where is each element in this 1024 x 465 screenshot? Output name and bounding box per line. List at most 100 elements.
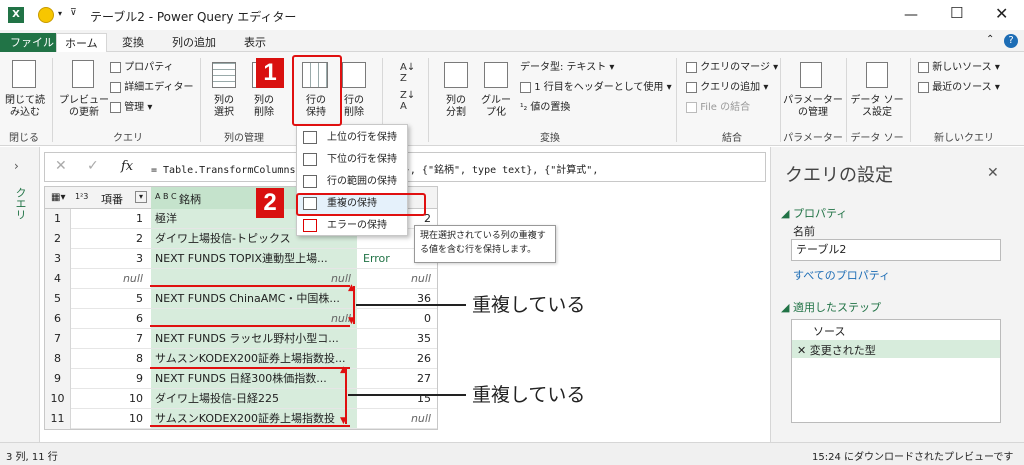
row-number[interactable]: 7: [45, 329, 71, 349]
minimize-button[interactable]: —: [904, 7, 918, 23]
sort-asc-icon[interactable]: A↓ Z: [400, 62, 415, 84]
first-row-header-button[interactable]: 1 行目をヘッダーとして使用 ▾: [520, 81, 672, 94]
table-row[interactable]: 7 7 NEXT FUNDS ラッセル野村小型コ... 35: [45, 329, 437, 349]
queries-pane-collapsed[interactable]: › クエリ: [0, 147, 40, 442]
cell-number[interactable]: 1: [73, 209, 147, 229]
row-number[interactable]: 8: [45, 349, 71, 369]
table-row[interactable]: 5 5 NEXT FUNDS ChinaAMC・中国株... 36: [45, 289, 437, 309]
row-number[interactable]: 11: [45, 409, 71, 429]
row-number[interactable]: 1: [45, 209, 71, 229]
cell-formula[interactable]: 36: [359, 289, 435, 309]
close-button[interactable]: ✕: [995, 4, 1008, 23]
properties-header[interactable]: ◢ プロパティ: [781, 205, 847, 221]
tab-transform[interactable]: 変換: [114, 33, 152, 52]
cell-number[interactable]: 2: [73, 229, 147, 249]
menu-item-keep-bottom[interactable]: 下位の行を保持: [297, 149, 407, 171]
table-row[interactable]: 8 8 サムスンKODEX200証券上場指数投... 26: [45, 349, 437, 369]
step-changed-type[interactable]: ✕ 変更された型: [797, 342, 876, 358]
expand-chevron-icon[interactable]: ›: [14, 159, 19, 173]
row-number[interactable]: 5: [45, 289, 71, 309]
close-pane-icon[interactable]: ✕: [987, 165, 999, 181]
cell-formula[interactable]: null: [359, 409, 435, 429]
cell-brand[interactable]: ダイワ上場投信-日経225: [153, 389, 355, 409]
combine-files-button[interactable]: File の結合: [686, 101, 750, 114]
sort-desc-icon[interactable]: Z↓ A: [400, 90, 415, 112]
qat-customize-icon[interactable]: ⊽: [70, 8, 77, 18]
query-name-input[interactable]: テーブル2: [791, 239, 1001, 261]
col-header-number[interactable]: 項番: [101, 191, 123, 207]
choose-columns-button[interactable]: 列の 選択: [204, 95, 244, 119]
recent-sources-icon: [918, 81, 929, 93]
col-filter-icon[interactable]: ▾: [135, 191, 147, 203]
table-row[interactable]: 3 3 NEXT FUNDS TOPIX連動型上場... Error: [45, 249, 437, 269]
append-queries-button[interactable]: クエリの追加 ▾: [686, 81, 768, 94]
replace-values-button[interactable]: ¹₂ 値の置換: [520, 101, 570, 115]
cell-formula[interactable]: 35: [359, 329, 435, 349]
cell-number[interactable]: 3: [73, 249, 147, 269]
data-source-settings-button[interactable]: データ ソー ス設定: [848, 95, 906, 119]
cell-brand[interactable]: サムスンKODEX200証券上場指数投...: [153, 349, 355, 369]
cancel-formula-icon[interactable]: ✕: [55, 158, 67, 174]
merge-queries-button[interactable]: クエリのマージ ▾: [686, 61, 778, 74]
ribbon-collapse-icon[interactable]: ⌃: [986, 34, 994, 45]
menu-item-keep-errors[interactable]: エラーの保持: [297, 215, 407, 237]
cell-number[interactable]: 9: [73, 369, 147, 389]
close-load-button[interactable]: 閉じて読 み込む: [3, 95, 47, 119]
manage-button[interactable]: 管理 ▾: [110, 101, 152, 114]
row-number[interactable]: 9: [45, 369, 71, 389]
cell-number[interactable]: 6: [73, 309, 147, 329]
row-number[interactable]: 3: [45, 249, 71, 269]
tab-view[interactable]: 表示: [236, 33, 274, 52]
split-column-button[interactable]: 列の 分割: [436, 95, 476, 119]
step-source[interactable]: ソース: [813, 323, 845, 339]
cell-formula[interactable]: 26: [359, 349, 435, 369]
col-header-brand[interactable]: 銘柄: [179, 191, 201, 207]
cell-formula[interactable]: null: [359, 269, 435, 289]
menu-item-keep-top[interactable]: 上位の行を保持: [297, 127, 407, 149]
col-type-text-icon[interactable]: A B C: [155, 192, 177, 201]
cell-number[interactable]: 7: [73, 329, 147, 349]
data-type-dropdown[interactable]: データ型: テキスト ▾: [520, 61, 614, 74]
applied-steps-header[interactable]: ◢ 適用したステップ: [781, 299, 881, 315]
commit-formula-icon[interactable]: ✓: [87, 158, 99, 174]
cell-brand[interactable]: NEXT FUNDS ChinaAMC・中国株...: [153, 289, 355, 309]
group-by-button[interactable]: グルー プ化: [476, 95, 516, 119]
recent-sources-button[interactable]: 最近のソース ▾: [918, 81, 1000, 94]
keep-range-icon: [303, 175, 317, 188]
cell-brand[interactable]: NEXT FUNDS TOPIX連動型上場...: [153, 249, 355, 269]
cell-formula[interactable]: 27: [359, 369, 435, 389]
cell-brand[interactable]: NEXT FUNDS 日経300株価指数...: [153, 369, 355, 389]
help-icon[interactable]: ?: [1004, 34, 1018, 48]
smiley-icon[interactable]: [38, 7, 54, 23]
dropdown-icon[interactable]: ▾: [58, 9, 62, 18]
cell-number[interactable]: 8: [73, 349, 147, 369]
all-properties-link[interactable]: すべてのプロパティ: [793, 267, 890, 283]
advanced-editor-button[interactable]: 詳細エディター: [110, 81, 194, 94]
row-number[interactable]: 4: [45, 269, 71, 289]
row-number[interactable]: 6: [45, 309, 71, 329]
col-type-number-icon[interactable]: 1²3: [75, 192, 88, 201]
tab-home[interactable]: ホーム: [56, 33, 107, 52]
table-row[interactable]: 10 10 ダイワ上場投信-日経225 15: [45, 389, 437, 409]
remove-columns-button[interactable]: 列の 削除: [246, 95, 282, 119]
table-menu-icon[interactable]: ▦▾: [51, 192, 65, 203]
cell-brand[interactable]: NEXT FUNDS ラッセル野村小型コ...: [153, 329, 355, 349]
row-number[interactable]: 2: [45, 229, 71, 249]
menu-item-keep-range[interactable]: 行の範囲の保持: [297, 171, 407, 193]
cell-formula[interactable]: 15: [359, 389, 435, 409]
cell-number[interactable]: 10: [73, 409, 147, 429]
row-number[interactable]: 10: [45, 389, 71, 409]
tab-file[interactable]: ファイル: [0, 33, 64, 52]
cell-number[interactable]: null: [73, 269, 147, 289]
properties-button[interactable]: プロパティ: [110, 61, 174, 74]
cell-number[interactable]: 5: [73, 289, 147, 309]
cell-formula[interactable]: 0: [359, 309, 435, 329]
table-row[interactable]: 9 9 NEXT FUNDS 日経300株価指数... 27: [45, 369, 437, 389]
refresh-preview-button[interactable]: プレビュー の更新: [58, 95, 110, 119]
manage-parameters-button[interactable]: パラメーター の管理: [782, 95, 844, 119]
maximize-button[interactable]: ☐: [950, 4, 963, 22]
new-source-button[interactable]: 新しいソース ▾: [918, 61, 1000, 74]
step-delete-icon[interactable]: ✕: [797, 344, 806, 357]
tab-add-column[interactable]: 列の追加: [164, 33, 224, 52]
cell-number[interactable]: 10: [73, 389, 147, 409]
